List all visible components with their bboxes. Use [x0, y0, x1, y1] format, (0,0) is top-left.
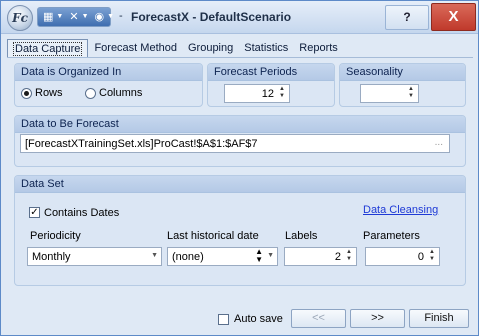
data-to-forecast-panel: Data to Be Forecast [ForecastXTrainingSe… [14, 115, 466, 167]
back-button[interactable]: << [291, 309, 346, 328]
periodicity-value: Monthly [32, 251, 71, 263]
organized-in-panel: Data is Organized In Rows Columns [14, 63, 203, 107]
stepper-arrows-icon[interactable]: ▲ ▼ [255, 248, 263, 264]
contains-dates-checkbox[interactable]: ✓ [29, 207, 40, 218]
stepper-arrows-icon[interactable]: ▲ ▼ [344, 249, 354, 263]
labels-label: Labels [285, 230, 318, 242]
window-title: ForecastX - DefaultScenario [131, 10, 292, 24]
chevron-down-icon[interactable]: ▼ [82, 8, 89, 26]
periodicity-label: Periodicity [30, 230, 81, 242]
seasonality-heading: Seasonality [340, 64, 465, 81]
finish-button[interactable]: Finish [409, 309, 469, 328]
columns-radio[interactable]: Columns [85, 87, 142, 99]
quick-access-toolbar: ▦ ▼ ✕ ▼ ◉ ▼ [37, 7, 114, 27]
forecast-periods-value: 12 [261, 88, 274, 100]
data-set-heading: Data Set [15, 176, 465, 193]
periodicity-select[interactable]: Monthly ▼ [27, 247, 162, 266]
last-date-select[interactable]: (none) ▲ ▼ ▼ [167, 247, 278, 266]
parameters-value: 0 [417, 251, 424, 263]
labels-value: 2 [334, 251, 341, 263]
chevron-down-icon[interactable]: ▼ [267, 252, 274, 259]
title-bar: Fc ▦ ▼ ✕ ▼ ◉ ▼ - ForecastX - DefaultScenari… [1, 1, 478, 34]
tab-data-capture[interactable]: Data Capture [7, 39, 89, 58]
chevron-down-icon[interactable]: ▼ [151, 252, 158, 259]
data-to-forecast-heading: Data to Be Forecast [15, 116, 465, 133]
data-range-input[interactable]: [ForecastXTrainingSet.xls]ProCast!$A$1:$… [20, 134, 450, 153]
tools-icon[interactable]: ✕ [69, 8, 78, 26]
close-button[interactable]: X [431, 3, 476, 31]
auto-save-label: Auto save [234, 313, 283, 325]
last-date-value: (none) [172, 251, 204, 263]
columns-label: Columns [99, 87, 143, 99]
tab-grouping[interactable]: Grouping [183, 39, 238, 58]
title-separator: - [119, 10, 123, 22]
parameters-stepper[interactable]: 0 ▲ ▼ [365, 247, 440, 266]
chevron-down-icon[interactable]: ▼ [107, 8, 114, 26]
tab-bar: Data Capture Forecast Method Grouping St… [7, 39, 344, 58]
stepper-arrows-icon[interactable]: ▲ ▼ [427, 249, 437, 263]
stepper-arrows-icon[interactable]: ▲ ▼ [406, 86, 416, 100]
parameters-label: Parameters [363, 230, 420, 242]
rows-radio[interactable]: Rows [21, 87, 63, 99]
last-date-label: Last historical date [167, 230, 259, 242]
tab-statistics[interactable]: Statistics [239, 39, 293, 58]
labels-stepper[interactable]: 2 ▲ ▼ [284, 247, 357, 266]
data-set-panel: Data Set ✓ Contains Dates Data Cleansing… [14, 175, 466, 286]
range-picker-button[interactable]: ... [435, 137, 443, 148]
forecastx-logo-icon[interactable]: Fc [7, 5, 33, 31]
seasonality-stepper[interactable]: ▲ ▼ [360, 84, 419, 103]
chevron-down-icon[interactable]: ▼ [56, 8, 63, 26]
tab-label: Data Capture [13, 42, 83, 56]
help-circle-icon[interactable]: ◉ [95, 8, 105, 26]
next-button[interactable]: >> [350, 309, 405, 328]
table-icon[interactable]: ▦ [43, 8, 53, 26]
contains-dates-label: Contains Dates [44, 207, 120, 219]
help-button[interactable]: ? [385, 5, 429, 30]
forecastx-dialog: Fc ▦ ▼ ✕ ▼ ◉ ▼ - ForecastX - DefaultScenari… [0, 0, 479, 336]
tab-reports[interactable]: Reports [294, 39, 343, 58]
forecast-periods-heading: Forecast Periods [208, 64, 334, 81]
data-range-value: [ForecastXTrainingSet.xls]ProCast!$A$1:$… [25, 138, 258, 150]
stepper-arrows-icon[interactable]: ▲ ▼ [277, 86, 287, 100]
auto-save-checkbox[interactable] [218, 314, 229, 325]
seasonality-panel: Seasonality ▲ ▼ [339, 63, 466, 107]
organized-in-heading: Data is Organized In [15, 64, 202, 81]
rows-label: Rows [35, 87, 63, 99]
forecast-periods-panel: Forecast Periods 12 ▲ ▼ [207, 63, 335, 107]
data-cleansing-link[interactable]: Data Cleansing [363, 204, 438, 216]
radio-selected-icon [21, 87, 32, 99]
tab-divider [7, 57, 473, 58]
radio-unselected-icon [85, 87, 96, 99]
forecast-periods-stepper[interactable]: 12 ▲ ▼ [224, 84, 290, 103]
tab-forecast-method[interactable]: Forecast Method [89, 39, 182, 58]
